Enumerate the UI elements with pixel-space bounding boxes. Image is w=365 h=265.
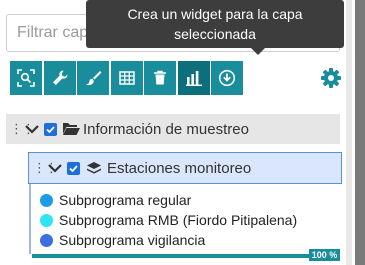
download-layer-button[interactable] — [211, 61, 243, 95]
layer-toolbar — [10, 61, 245, 95]
loading-progress-bar — [32, 254, 340, 258]
wrench-icon — [52, 70, 68, 85]
layer-visibility-checkbox[interactable] — [67, 161, 80, 175]
download-icon — [218, 69, 236, 87]
tooltip-line-2: seleccionada — [174, 26, 256, 42]
chevron-down-icon[interactable] — [47, 162, 63, 174]
chevron-down-icon[interactable] — [24, 123, 40, 135]
checkmark-icon — [69, 164, 78, 172]
legend-swatch-vigilancia — [40, 233, 53, 247]
zoom-to-layer-icon — [17, 69, 35, 87]
scroll-track[interactable] — [346, 0, 352, 265]
checkmark-icon — [46, 125, 55, 133]
legend-item: Subprograma regular — [40, 190, 297, 210]
bar-chart-icon — [185, 71, 202, 86]
progress-fill — [32, 254, 340, 258]
group-visibility-checkbox[interactable] — [44, 122, 57, 136]
legend-label: Subprograma vigilancia — [59, 232, 206, 248]
layer-indent-line — [29, 184, 31, 254]
zoom-to-layer-button[interactable] — [10, 61, 42, 95]
edit-layer-button[interactable] — [43, 61, 76, 95]
layer-row-selected[interactable]: ⋮⋮ Estaciones monitoreo — [28, 152, 342, 184]
legend-item: Subprograma vigilancia — [40, 230, 297, 250]
delete-layer-button[interactable] — [144, 61, 176, 95]
drag-handle-icon[interactable]: ⋮⋮ — [33, 161, 58, 174]
legend-swatch-regular — [40, 193, 53, 207]
layers-icon — [87, 162, 101, 174]
legend-item: Subprograma RMB (Fiordo Pitipalena) — [40, 210, 297, 230]
layer-label: Estaciones monitoreo — [107, 159, 252, 177]
layer-legend: Subprograma regular Subprograma RMB (Fio… — [40, 190, 297, 250]
paint-brush-icon — [85, 71, 102, 86]
tooltip-arrow — [251, 48, 265, 55]
gear-icon[interactable] — [320, 67, 342, 89]
panel-border — [355, 0, 365, 265]
drag-handle-icon[interactable]: ⋮⋮ — [10, 122, 35, 135]
layer-group-row[interactable]: ⋮⋮ Información de muestreo — [6, 114, 340, 144]
attribute-table-button[interactable] — [110, 61, 143, 95]
tooltip: Crea un widget para la capa seleccionada — [86, 0, 344, 55]
trash-icon — [154, 70, 166, 85]
group-label: Información de muestreo — [83, 120, 249, 138]
legend-label: Subprograma regular — [59, 192, 192, 208]
create-widget-button[interactable] — [177, 61, 210, 95]
legend-swatch-rmb — [40, 213, 53, 227]
style-layer-button[interactable] — [77, 61, 109, 95]
table-icon — [118, 71, 135, 85]
legend-label: Subprograma RMB (Fiordo Pitipalena) — [59, 212, 298, 228]
folder-open-icon — [63, 123, 80, 135]
tooltip-line-1: Crea un widget para la capa — [127, 6, 303, 22]
progress-label: 100 % — [309, 249, 340, 261]
